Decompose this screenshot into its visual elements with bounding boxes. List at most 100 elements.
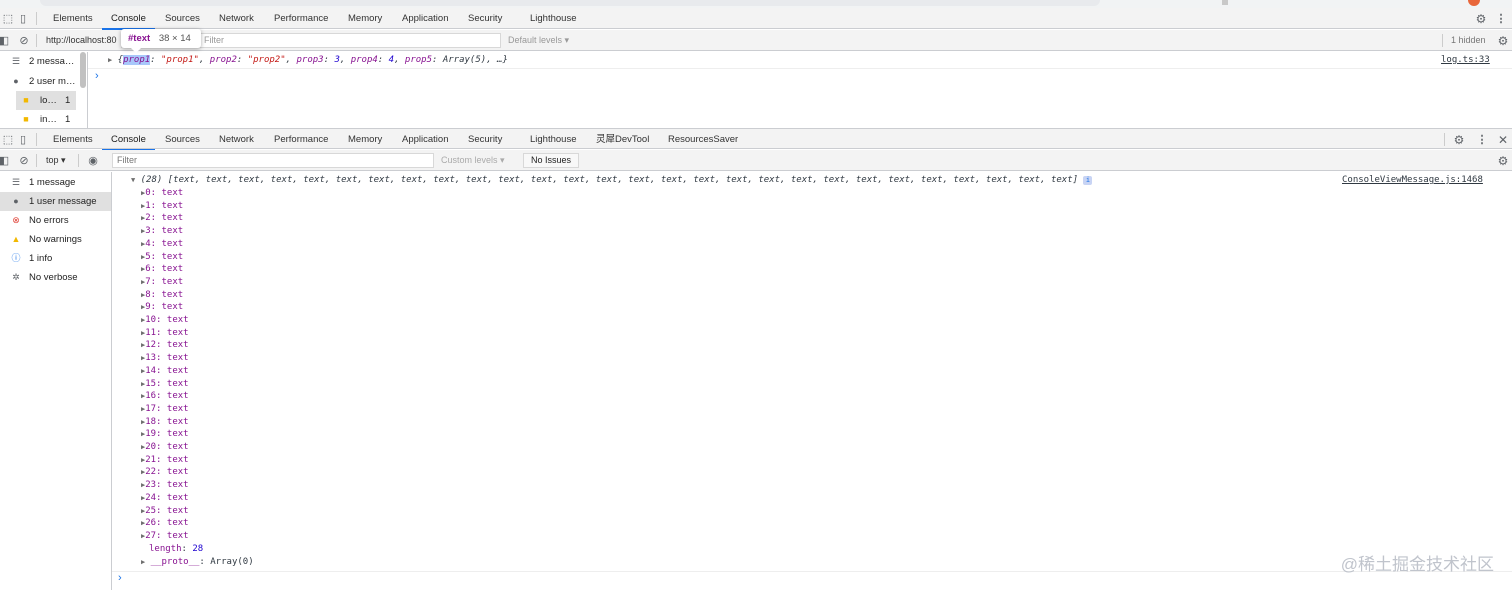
sidebar-item-label: No warnings xyxy=(29,234,82,245)
array-item-row[interactable]: ▶26: text xyxy=(141,518,189,528)
array-item-row[interactable]: ▶0: text xyxy=(141,188,183,198)
scroll-thumb[interactable] xyxy=(1222,0,1228,5)
log-object-entry[interactable]: ▶ {prop1: "prop1", prop2: "prop2", prop3… xyxy=(108,55,508,65)
sidebar-item-user-messages[interactable]: ● 1 user message xyxy=(0,192,111,211)
expand-arrow-icon[interactable]: ▶ xyxy=(108,56,112,64)
console-prompt-icon[interactable]: › xyxy=(118,572,122,584)
array-item-row[interactable]: ▶8: text xyxy=(141,290,183,300)
array-item-row[interactable]: ▶11: text xyxy=(141,328,189,338)
array-item-row[interactable]: ▶23: text xyxy=(141,480,189,490)
array-item-row[interactable]: ▶27: text xyxy=(141,531,189,541)
tab-application[interactable]: Application xyxy=(402,8,448,29)
sidebar-item-file-log[interactable]: ■ lo… 1 xyxy=(16,91,76,110)
sidebar-item-label: 1 user message xyxy=(29,196,97,207)
tab-lingxi-devtool[interactable]: 灵犀DevTool xyxy=(596,129,649,150)
array-item-row[interactable]: ▶21: text xyxy=(141,455,189,465)
inspect-icon[interactable]: ⬚ xyxy=(1,133,15,147)
array-item-row[interactable]: ▶19: text xyxy=(141,429,189,439)
source-link[interactable]: ConsoleViewMessage.js:1468 xyxy=(1342,175,1483,185)
tab-application[interactable]: Application xyxy=(402,129,448,150)
array-item-row[interactable]: ▶9: text xyxy=(141,302,183,312)
expand-arrow-icon[interactable]: ▶ xyxy=(141,558,145,566)
tab-sources[interactable]: Sources xyxy=(165,8,200,29)
array-item-row[interactable]: ▶20: text xyxy=(141,442,189,452)
array-item-row[interactable]: ▶22: text xyxy=(141,467,189,477)
array-item-row[interactable]: ▶7: text xyxy=(141,277,183,287)
array-item-row[interactable]: ▶4: text xyxy=(141,239,183,249)
array-item-row[interactable]: ▶13: text xyxy=(141,353,189,363)
context-selector[interactable]: top ▾ xyxy=(46,150,66,171)
console-prompt-icon[interactable]: › xyxy=(95,70,99,82)
sidebar-item-errors[interactable]: ⊗ No errors xyxy=(0,211,111,230)
array-item-row[interactable]: ▶2: text xyxy=(141,213,183,223)
array-item-row[interactable]: ▶16: text xyxy=(141,391,189,401)
tab-memory[interactable]: Memory xyxy=(348,8,382,29)
tab-network[interactable]: Network xyxy=(219,8,254,29)
clear-console-icon[interactable]: ⊘ xyxy=(17,34,31,48)
tab-sources[interactable]: Sources xyxy=(165,129,200,150)
clear-console-icon[interactable]: ⊘ xyxy=(17,154,31,168)
settings-gear-icon[interactable]: ⚙ xyxy=(1452,133,1466,147)
proto-property[interactable]: ▶ __proto__: Array(0) xyxy=(141,557,254,567)
tab-security[interactable]: Security xyxy=(468,129,502,150)
log-levels-dropdown[interactable]: Default levels ▾ xyxy=(508,30,569,51)
console-settings-icon[interactable]: ⚙ xyxy=(1496,154,1510,168)
sidebar-item-info[interactable]: ⓘ 1 info xyxy=(0,249,111,268)
inspect-icon[interactable]: ⬚ xyxy=(1,12,15,26)
tab-security[interactable]: Security xyxy=(468,8,502,29)
sidebar-item-file-index[interactable]: ■ in… 1 xyxy=(16,110,76,129)
array-item-row[interactable]: ▶3: text xyxy=(141,226,183,236)
tab-network[interactable]: Network xyxy=(219,129,254,150)
more-menu-icon[interactable]: ⋮ xyxy=(1475,133,1489,147)
tab-elements[interactable]: Elements xyxy=(53,129,93,150)
tab-lighthouse[interactable]: Lighthouse xyxy=(530,129,576,150)
array-item-row[interactable]: ▶1: text xyxy=(141,201,183,211)
source-link[interactable]: log.ts:33 xyxy=(1441,55,1490,65)
array-item-row[interactable]: ▶14: text xyxy=(141,366,189,376)
tab-elements[interactable]: Elements xyxy=(53,8,93,29)
array-item-row[interactable]: ▶12: text xyxy=(141,340,189,350)
tab-performance[interactable]: Performance xyxy=(274,129,328,150)
sidebar-item-messages[interactable]: ☰ 1 message xyxy=(0,173,111,192)
tab-resources-saver[interactable]: ResourcesSaver xyxy=(668,129,738,150)
sidebar-item-user-messages[interactable]: ● 2 user m… xyxy=(0,72,88,91)
live-expression-eye-icon[interactable]: ◉ xyxy=(86,154,100,168)
array-item-row[interactable]: ▶17: text xyxy=(141,404,189,414)
tab-performance[interactable]: Performance xyxy=(274,8,328,29)
info-badge-icon[interactable]: i xyxy=(1083,176,1093,185)
tab-memory[interactable]: Memory xyxy=(348,129,382,150)
sidebar-item-label: 2 messa… xyxy=(29,56,75,67)
sidebar-scrollbar[interactable] xyxy=(80,52,86,88)
collapse-arrow-icon[interactable]: ▼ xyxy=(131,176,135,184)
array-log-header[interactable]: ▼ (28) [text, text, text, text, text, te… xyxy=(131,175,1093,185)
context-url[interactable]: http://localhost:80 xyxy=(46,30,117,51)
sidebar-item-verbose[interactable]: ✲ No verbose xyxy=(0,268,111,287)
array-item-row[interactable]: ▶6: text xyxy=(141,264,183,274)
array-item-row[interactable]: ▶5: text xyxy=(141,252,183,262)
array-item-row[interactable]: ▶18: text xyxy=(141,417,189,427)
sidebar-item-warnings[interactable]: ▲ No warnings xyxy=(0,230,111,249)
device-toggle-icon[interactable]: ▯ xyxy=(16,133,30,147)
sidebar-toggle-icon[interactable]: ◧ xyxy=(0,154,11,168)
sidebar-item-messages[interactable]: ☰ 2 messa… xyxy=(0,52,88,71)
profile-avatar[interactable] xyxy=(1468,0,1480,6)
tab-console[interactable]: Console xyxy=(102,129,155,151)
array-item-row[interactable]: ▶10: text xyxy=(141,315,189,325)
issues-button[interactable]: No Issues xyxy=(523,153,579,168)
more-menu-icon[interactable]: ⋮ xyxy=(1494,12,1508,26)
device-toggle-icon[interactable]: ▯ xyxy=(16,12,30,26)
settings-gear-icon[interactable]: ⚙ xyxy=(1474,12,1488,26)
array-index: 7: xyxy=(145,276,162,287)
sidebar-toggle-icon[interactable]: ◧ xyxy=(0,34,11,48)
tab-console[interactable]: Console xyxy=(102,8,155,30)
array-item-row[interactable]: ▶24: text xyxy=(141,493,189,503)
array-item-row[interactable]: ▶25: text xyxy=(141,506,189,516)
console-filterbar-1: ◧ ⊘ http://localhost:80 Filter Default l… xyxy=(0,30,1512,51)
filter-input[interactable]: Filter xyxy=(112,153,434,168)
log-levels-dropdown[interactable]: Custom levels ▾ xyxy=(441,150,505,171)
close-icon[interactable]: ✕ xyxy=(1496,133,1510,147)
array-item-row[interactable]: ▶15: text xyxy=(141,379,189,389)
array-index: 21: xyxy=(145,454,167,465)
tab-lighthouse[interactable]: Lighthouse xyxy=(530,8,576,29)
console-settings-icon[interactable]: ⚙ xyxy=(1496,34,1510,48)
